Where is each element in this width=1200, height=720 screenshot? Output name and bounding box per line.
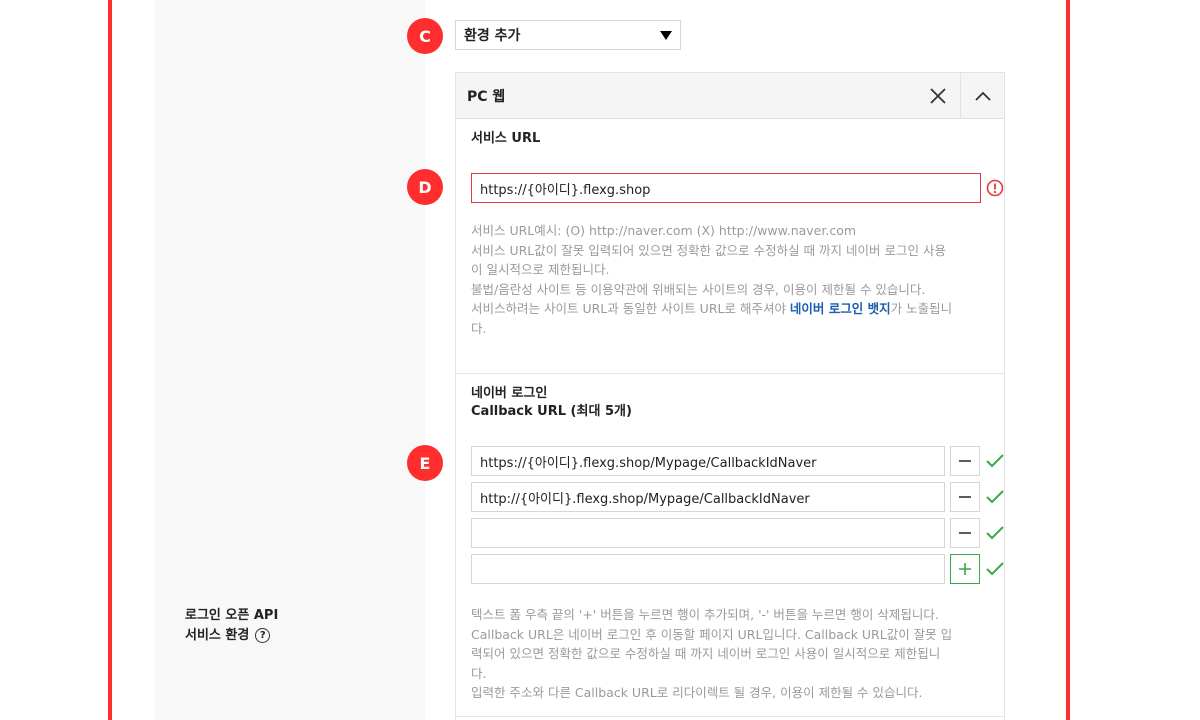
callback-title-line2: Callback URL (최대 5개)	[471, 404, 632, 419]
help-line: 불법/음란성 사이트 등 이용약관에 위배되는 사이트의 경우, 이용이 제한될…	[471, 281, 926, 297]
caret-down-icon	[660, 31, 672, 40]
check-icon	[986, 490, 1004, 504]
side-label-line1: 로그인 오픈 API	[185, 608, 279, 623]
remove-platform-button[interactable]	[916, 73, 960, 118]
callback-url-input-4[interactable]	[471, 554, 945, 584]
callback-help: 텍스트 폼 우측 끝의 '+' 버튼을 누르면 행이 추가되며, '-' 버튼을…	[471, 605, 991, 703]
help-line: 다.	[471, 320, 487, 336]
callback-url-input-1[interactable]	[471, 446, 945, 476]
help-line: 텍스트 폼 우측 끝의 '+' 버튼을 누르면 행이 추가되며, '-' 버튼을…	[471, 607, 939, 622]
platform-panel-title: PC 웹	[467, 89, 506, 105]
check-icon	[986, 454, 1004, 468]
callback-title: 네이버 로그인 Callback URL (최대 5개)	[471, 385, 632, 421]
check-icon	[986, 562, 1004, 576]
marker-d: D	[407, 169, 443, 205]
service-url-help: 서비스 URL예시: (O) http://naver.com (X) http…	[471, 221, 991, 338]
callback-url-input-3[interactable]	[471, 518, 945, 548]
help-line: 이 일시적으로 제한됩니다.	[471, 262, 610, 277]
marker-e: E	[407, 445, 443, 481]
chevron-up-icon	[975, 91, 991, 101]
side-label-line2: 서비스 환경?	[185, 626, 278, 646]
remove-row-button[interactable]	[950, 518, 980, 548]
collapse-panel-button[interactable]	[961, 73, 1005, 118]
minus-icon	[959, 532, 971, 534]
naver-login-badge-link[interactable]: 네이버 로그인 뱃지	[790, 301, 891, 316]
callback-url-input-2[interactable]	[471, 482, 945, 512]
error-icon	[986, 179, 1004, 197]
section-divider	[455, 373, 1004, 374]
help-line: 력되어 있으면 정확한 값으로 수정하실 때 까지 네이버 로그인 사용이 일시…	[471, 646, 941, 661]
check-icon	[986, 526, 1004, 540]
frame-left-border	[108, 0, 112, 720]
service-url-title: 서비스 URL	[471, 131, 541, 146]
add-row-button[interactable]	[950, 554, 980, 584]
marker-c: C	[407, 18, 443, 54]
remove-row-button[interactable]	[950, 446, 980, 476]
service-url-input[interactable]	[471, 173, 981, 203]
plus-icon	[959, 563, 971, 575]
side-label-text: 서비스 환경	[185, 628, 250, 643]
side-label: 로그인 오픈 API 서비스 환경?	[185, 606, 278, 646]
help-text: 가 노출됩니	[890, 301, 953, 316]
help-line: 서비스하려는 사이트 URL과 동일한 사이트 URL로 해주셔야 네이버 로그…	[471, 299, 991, 319]
section-divider	[455, 716, 1004, 717]
callback-title-line1: 네이버 로그인	[471, 386, 548, 401]
environment-select-value: 환경 추가	[464, 28, 521, 44]
help-line: 서비스 URL예시: (O) http://naver.com (X) http…	[471, 223, 857, 238]
help-line: 서비스 URL값이 잘못 입력되어 있으면 정확한 값으로 수정하실 때 까지 …	[471, 242, 946, 258]
remove-row-button[interactable]	[950, 482, 980, 512]
platform-panel-header: PC 웹	[456, 73, 1004, 119]
help-text: 서비스하려는 사이트 URL과 동일한 사이트 URL로 해주셔야	[471, 301, 790, 316]
help-line: Callback URL은 네이버 로그인 후 이동할 페이지 URL입니다. …	[471, 626, 953, 642]
environment-select[interactable]: 환경 추가	[455, 20, 681, 50]
frame-right-border	[1066, 0, 1070, 720]
minus-icon	[959, 496, 971, 498]
help-line: 다.	[471, 665, 487, 681]
help-icon[interactable]: ?	[255, 628, 271, 643]
help-line: 입력한 주소와 다른 Callback URL로 리다이렉트 될 경우, 이용이…	[471, 685, 923, 700]
minus-icon	[959, 460, 971, 462]
close-icon	[930, 87, 946, 104]
